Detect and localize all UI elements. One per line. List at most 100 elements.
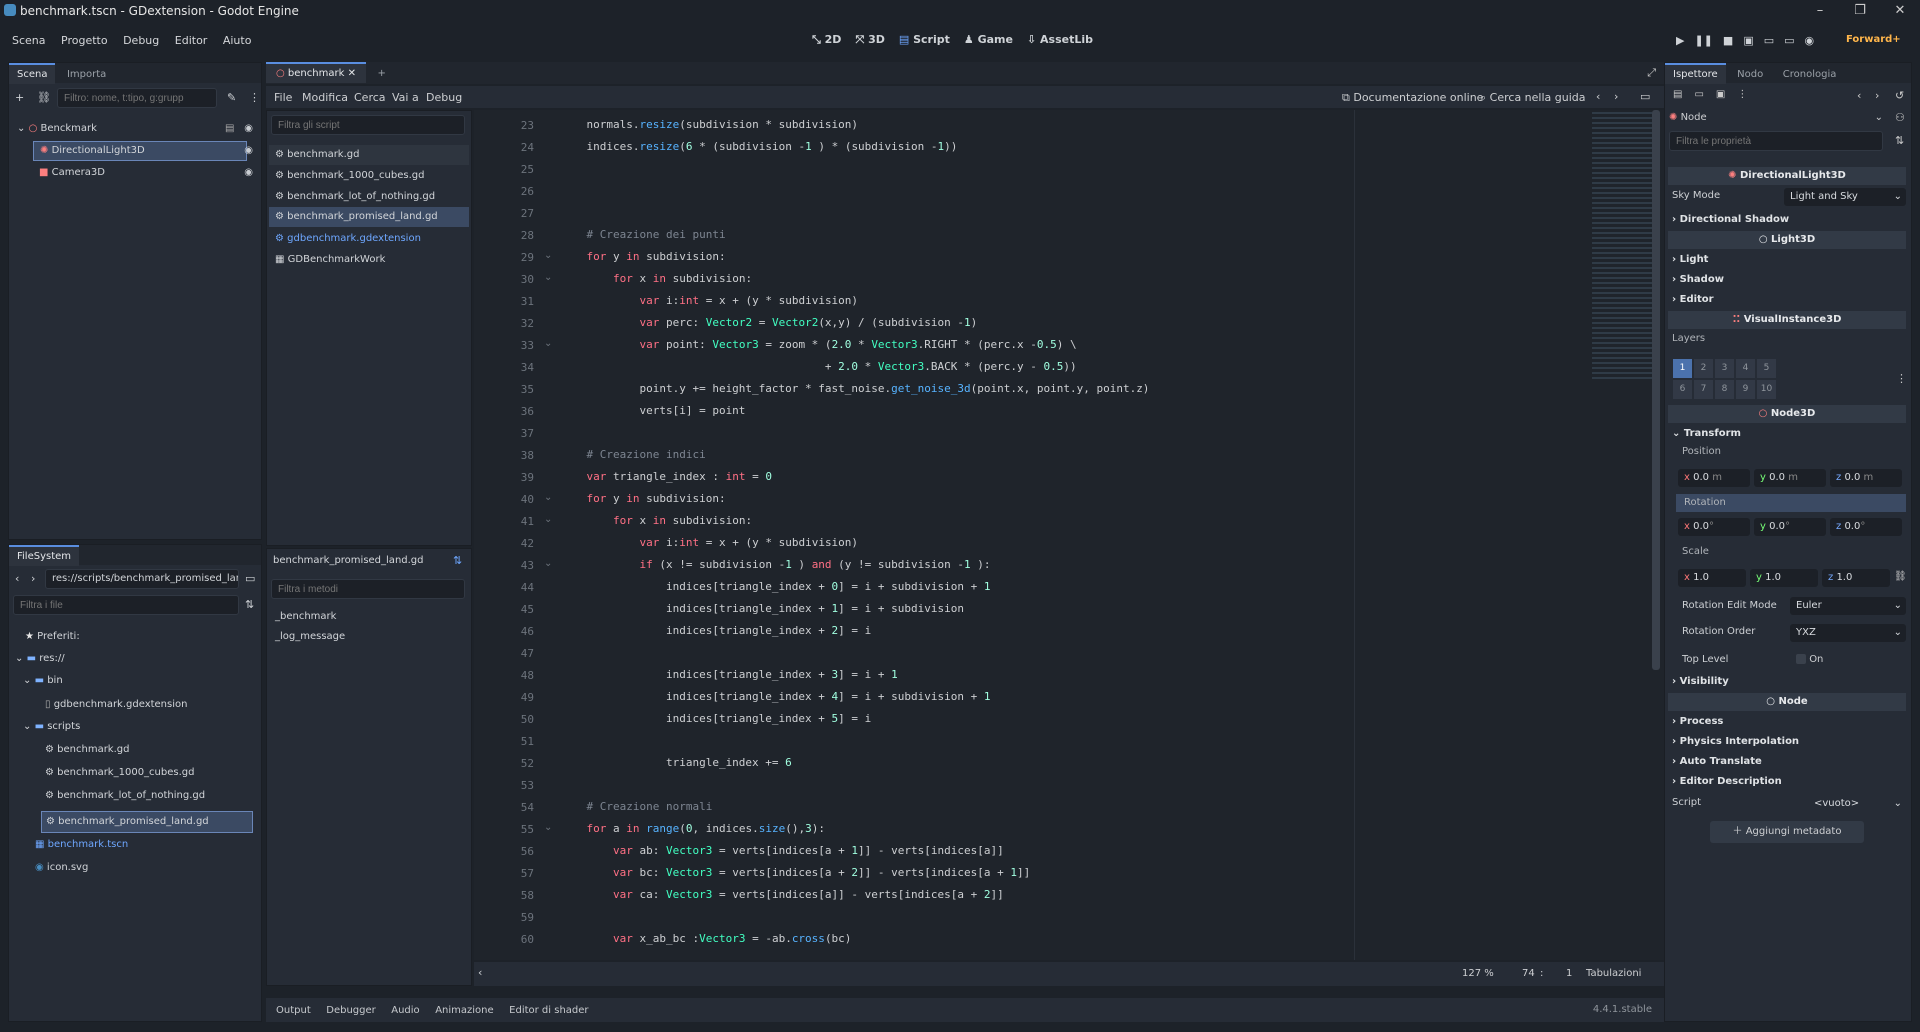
file-benchmark-lot-of-nothing[interactable]: ⚙ benchmark_lot_of_nothing.gd bbox=[45, 790, 205, 801]
tab-filesystem[interactable]: FileSystem bbox=[9, 545, 80, 566]
movie-maker-icon[interactable]: ◉ bbox=[1805, 34, 1815, 47]
layer-toggle[interactable]: 6 bbox=[1673, 380, 1692, 399]
file-benchmark-1000-cubes[interactable]: ⚙ benchmark_1000_cubes.gd bbox=[45, 767, 194, 778]
fold-chevron-icon[interactable]: ⌄ bbox=[544, 558, 552, 569]
back-icon[interactable]: ‹ bbox=[15, 572, 19, 585]
visibility-eye-icon[interactable]: ◉ bbox=[244, 167, 253, 178]
scale-x-field[interactable]: x 1.0 bbox=[1678, 569, 1746, 587]
menu-debug[interactable]: Debug bbox=[117, 28, 165, 53]
layer-toggle[interactable]: 5 bbox=[1757, 359, 1776, 378]
tab-importa[interactable]: Importa bbox=[59, 65, 114, 84]
favorites-item[interactable]: ★ Preferiti: bbox=[25, 631, 80, 642]
code-line[interactable]: var perc: Vector2 = Vector2(x,y) / (subd… bbox=[560, 312, 977, 334]
code-line[interactable]: if (x != subdivision -1 ) and (y != subd… bbox=[560, 554, 990, 576]
group-process[interactable]: › Process bbox=[1672, 716, 1723, 727]
workspace-3d[interactable]: ⤧ 3D bbox=[855, 33, 884, 47]
rotation-order-select[interactable]: YXZ ⌄ bbox=[1790, 624, 1906, 642]
code-line[interactable]: var i:int = x + (y * subdivision) bbox=[560, 290, 858, 312]
code-line[interactable]: for x in subdivision: bbox=[560, 268, 752, 290]
history-icon[interactable]: ↺ bbox=[1895, 89, 1904, 102]
add-metadata-button[interactable]: ＋ Aggiungi metadato bbox=[1710, 821, 1864, 843]
line-number[interactable]: 30 bbox=[474, 273, 534, 286]
path-field[interactable]: res://scripts/benchmark_promised_lan bbox=[45, 569, 239, 589]
line-number[interactable]: 55 bbox=[474, 823, 534, 836]
workspace-2d[interactable]: ⤡ 2D bbox=[812, 33, 841, 47]
group-physics-interpolation[interactable]: › Physics Interpolation bbox=[1672, 736, 1799, 747]
code-line[interactable]: for y in subdivision: bbox=[560, 246, 726, 268]
file-icon-svg[interactable]: ◉ icon.svg bbox=[35, 862, 88, 873]
line-number[interactable]: 47 bbox=[474, 647, 534, 660]
maximize-button[interactable]: ❐ bbox=[1840, 0, 1880, 22]
method-item[interactable]: _log_message bbox=[275, 631, 345, 642]
code-line[interactable]: var triangle_index : int = 0 bbox=[560, 466, 772, 488]
visibility-eye-icon[interactable]: ◉ bbox=[244, 123, 253, 134]
line-number[interactable]: 56 bbox=[474, 845, 534, 858]
menu-scena[interactable]: Scena bbox=[6, 28, 52, 53]
line-number[interactable]: 50 bbox=[474, 713, 534, 726]
line-number[interactable]: 37 bbox=[474, 427, 534, 440]
minimize-button[interactable]: – bbox=[1800, 0, 1840, 22]
code-line[interactable]: # Creazione dei punti bbox=[560, 224, 725, 246]
code-line[interactable]: verts[i] = point bbox=[560, 400, 745, 422]
next-icon[interactable]: › bbox=[1614, 90, 1618, 103]
code-line[interactable]: indices[triangle_index + 5] = i bbox=[560, 708, 871, 730]
line-number[interactable]: 39 bbox=[474, 471, 534, 484]
history-forward-icon[interactable]: › bbox=[1875, 89, 1879, 102]
toggle-panel-icon[interactable]: ▭ bbox=[1640, 90, 1650, 103]
layers-menu-icon[interactable]: ⋮ bbox=[1896, 372, 1907, 385]
sort-icon[interactable]: ⇅ bbox=[245, 598, 254, 611]
close-tab-icon[interactable]: ✕ bbox=[348, 68, 356, 79]
script-filter-input[interactable] bbox=[271, 115, 465, 135]
code-line[interactable]: indices[triangle_index + 1] = i + subdiv… bbox=[560, 598, 964, 620]
search-help-link[interactable]: ⌕ Cerca nella guida bbox=[1480, 91, 1586, 105]
layer-toggle[interactable]: 7 bbox=[1694, 380, 1713, 399]
tab-audio[interactable]: Audio bbox=[385, 999, 425, 1023]
fold-chevron-icon[interactable]: ⌄ bbox=[544, 250, 552, 261]
code-editor[interactable]: 23 normals.resize(subdivision * subdivis… bbox=[474, 110, 1664, 960]
fold-chevron-icon[interactable]: ⌄ bbox=[544, 338, 552, 349]
close-button[interactable]: ✕ bbox=[1880, 0, 1920, 22]
folder-bin[interactable]: ⌄ ▬ bin bbox=[23, 675, 63, 686]
prev-icon[interactable]: ‹ bbox=[1596, 90, 1600, 103]
tree-node-directionallight3d[interactable]: ✺ DirectionalLight3D bbox=[33, 141, 247, 161]
line-number[interactable]: 36 bbox=[474, 405, 534, 418]
folder-res[interactable]: ⌄ ▬ res:// bbox=[15, 653, 65, 664]
group-visibility[interactable]: › Visibility bbox=[1672, 676, 1729, 687]
code-line[interactable]: indices[triangle_index + 3] = i + 1 bbox=[560, 664, 898, 686]
rotation-z-field[interactable]: z 0.0° bbox=[1830, 518, 1902, 536]
layer-toggle[interactable]: 9 bbox=[1736, 380, 1755, 399]
line-number[interactable]: 38 bbox=[474, 449, 534, 462]
code-line[interactable]: var x_ab_bc :Vector3 = -ab.cross(bc) bbox=[560, 928, 851, 950]
save-resource-icon[interactable]: ▣ bbox=[1716, 89, 1725, 100]
code-line[interactable]: for a in range(0, indices.size(),3): bbox=[560, 818, 825, 840]
rotation-y-field[interactable]: y 0.0° bbox=[1754, 518, 1826, 536]
top-level-checkbox[interactable]: On bbox=[1796, 654, 1823, 665]
line-number[interactable]: 23 bbox=[474, 119, 534, 132]
code-line[interactable]: var i:int = x + (y * subdivision) bbox=[560, 532, 858, 554]
method-item[interactable]: _benchmark bbox=[275, 611, 336, 622]
code-line[interactable]: normals.resize(subdivision * subdivision… bbox=[560, 114, 858, 136]
workspace-assetlib[interactable]: ⇩ AssetLib bbox=[1027, 33, 1093, 47]
pause-icon[interactable]: ❚❚ bbox=[1694, 34, 1712, 47]
line-number[interactable]: 59 bbox=[474, 911, 534, 924]
workspace-game[interactable]: ♟ Game bbox=[964, 33, 1013, 47]
tab-scena[interactable]: Scena bbox=[9, 63, 56, 84]
position-z-field[interactable]: z 0.0 m bbox=[1830, 469, 1902, 487]
line-number[interactable]: 32 bbox=[474, 317, 534, 330]
position-y-field[interactable]: y 0.0 m bbox=[1754, 469, 1826, 487]
line-number[interactable]: 40 bbox=[474, 493, 534, 506]
file-gdextension[interactable]: ▯ gdbenchmark.gdextension bbox=[45, 699, 187, 710]
history-back-icon[interactable]: ‹ bbox=[1857, 89, 1861, 102]
zoom-level[interactable]: 127 % bbox=[1462, 968, 1494, 979]
code-line[interactable]: var ab: Vector3 = verts[indices[a + 1]] … bbox=[560, 840, 1004, 862]
script-item-selected[interactable]: ⚙ benchmark_promised_land.gd bbox=[269, 207, 469, 227]
split-mode-icon[interactable]: ▭ bbox=[245, 572, 255, 585]
line-number[interactable]: 33 bbox=[474, 339, 534, 352]
line-number[interactable]: 34 bbox=[474, 361, 534, 374]
code-line[interactable]: indices.resize(6 * (subdivision -1 ) * (… bbox=[560, 136, 957, 158]
tab-ispettore[interactable]: Ispettore bbox=[1665, 63, 1726, 84]
script-item[interactable]: ▦ GDBenchmarkWork bbox=[269, 250, 385, 270]
script-icon[interactable]: ▤ bbox=[225, 123, 234, 134]
file-filter-input[interactable] bbox=[13, 595, 239, 615]
distraction-free-icon[interactable]: ⤢ bbox=[1647, 66, 1656, 80]
